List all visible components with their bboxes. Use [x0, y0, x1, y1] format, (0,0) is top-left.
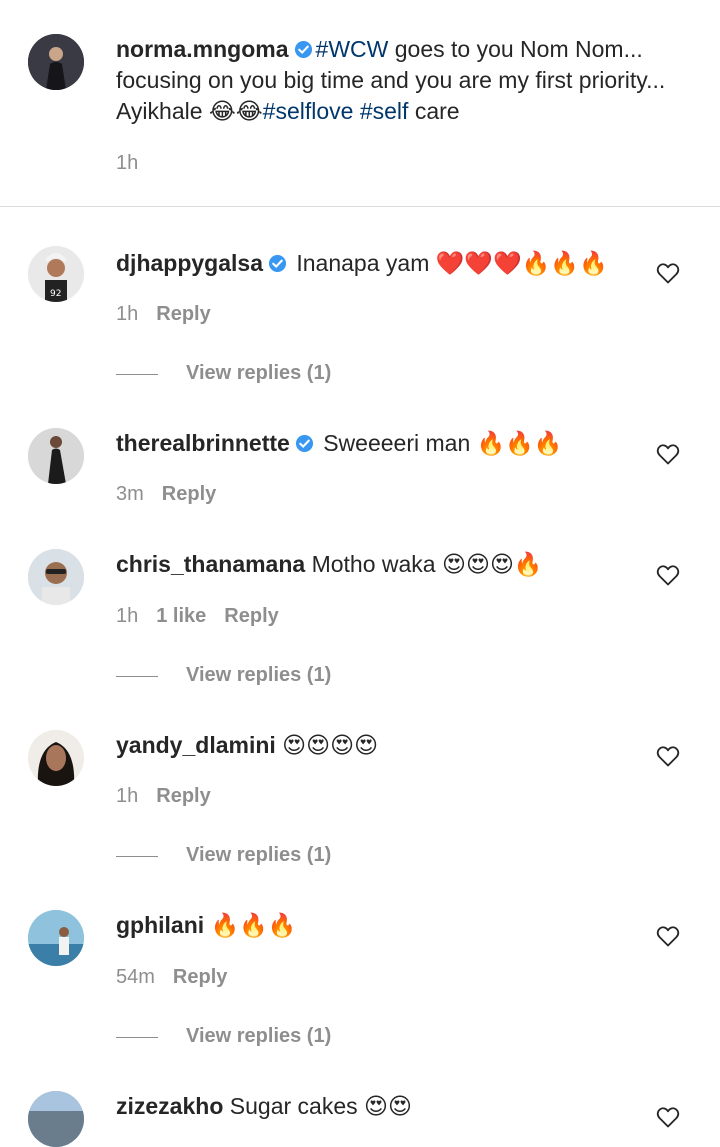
view-replies-label: View replies (1) [186, 1025, 332, 1047]
comment-text: therealbrinnette Sweeeeri man 🔥🔥🔥 [116, 428, 620, 460]
comment-text: djhappygalsa Inanapa yam ❤️❤️❤️🔥🔥🔥 [116, 248, 620, 280]
heart-icon[interactable] [656, 564, 680, 586]
comment-text: chris_thanamana Motho waka 😍😍😍🔥 [116, 549, 620, 581]
avatar-therealbrinnette[interactable] [28, 428, 84, 484]
replies-line [116, 676, 158, 677]
heart-icon[interactable] [656, 925, 680, 947]
comment-username[interactable]: djhappygalsa [116, 250, 263, 276]
heart-icon[interactable] [656, 745, 680, 767]
caption-meta: 1h [116, 152, 156, 175]
comment-text: yandy_dlamini 😍😍😍😍 [116, 730, 620, 762]
hashtag-wcw[interactable]: #WCW [316, 36, 389, 62]
comment-meta: 1h Reply [116, 303, 229, 326]
comment-body: Motho waka [305, 551, 442, 577]
comment-meta: 3m Reply [116, 483, 234, 506]
avatar-norma-mngoma[interactable] [28, 34, 84, 90]
comment-time: 1h [116, 785, 139, 807]
heart-icon[interactable] [656, 1106, 680, 1128]
comment-username[interactable]: chris_thanamana [116, 551, 305, 577]
caption-username[interactable]: norma.mngoma [116, 36, 289, 62]
comment-emoji: 🔥🔥🔥 [476, 431, 563, 457]
comment-body: Sugar cakes [223, 1093, 365, 1119]
reply-button[interactable]: Reply [156, 785, 210, 807]
verified-badge-icon [294, 40, 313, 59]
comment-username[interactable]: zizezakho [116, 1093, 223, 1119]
comment-time: 3m [116, 483, 144, 505]
caption-emoji: 😂😂 [208, 99, 263, 125]
reply-button[interactable]: Reply [156, 303, 210, 325]
view-replies-label: View replies (1) [186, 844, 332, 866]
verified-badge-icon [295, 434, 314, 453]
hashtag-self[interactable]: #self [360, 98, 409, 124]
avatar-zizezakho[interactable] [28, 1091, 84, 1147]
avatar-gphilani[interactable] [28, 910, 84, 966]
avatar-djhappygalsa[interactable]: 92 [28, 246, 84, 302]
comment-username[interactable]: therealbrinnette [116, 430, 290, 456]
reply-button[interactable]: Reply [162, 483, 216, 505]
like-count[interactable]: 1 like [156, 605, 206, 627]
replies-line [116, 1037, 158, 1038]
hashtag-selflove[interactable]: #selflove [263, 98, 354, 124]
comment-time: 54m [116, 966, 155, 988]
replies-line [116, 856, 158, 857]
caption-time: 1h [116, 152, 139, 174]
heart-icon[interactable] [656, 443, 680, 465]
comment-text: zizezakho Sugar cakes 😍😍 [116, 1091, 620, 1123]
comment-emoji: 😍😍😍😍 [282, 733, 379, 759]
avatar-yandy-dlamini[interactable] [28, 730, 84, 786]
comment-meta: 54m Reply [116, 966, 245, 989]
svg-text:92: 92 [50, 289, 61, 299]
comment-meta: 1h 1 like Reply [116, 605, 297, 628]
comment-emoji: 😍😍😍🔥 [442, 552, 543, 578]
caption-divider [0, 206, 720, 207]
view-replies-label: View replies (1) [186, 664, 332, 686]
caption-text: norma.mngoma #WCW goes to you Nom Nom... … [116, 34, 680, 128]
post-caption: norma.mngoma #WCW goes to you Nom Nom... … [0, 0, 720, 206]
comment-username[interactable]: gphilani [116, 912, 204, 938]
comment-time: 1h [116, 303, 139, 325]
comment-emoji: 😍😍 [364, 1094, 412, 1120]
comment-meta: 1h Reply [116, 785, 229, 808]
comment-text: gphilani 🔥🔥🔥 [116, 910, 620, 942]
comment-body: Sweeeeri man [316, 430, 477, 456]
view-replies-label: View replies (1) [186, 362, 332, 384]
replies-line [116, 374, 158, 375]
comment-emoji: 🔥🔥🔥 [210, 913, 297, 939]
avatar-chris-thanamana[interactable] [28, 549, 84, 605]
comment-username[interactable]: yandy_dlamini [116, 732, 276, 758]
comment-time: 1h [116, 605, 139, 627]
reply-button[interactable]: Reply [173, 966, 227, 988]
comment-emoji: ❤️❤️❤️🔥🔥🔥 [435, 251, 608, 277]
caption-body-end: care [408, 98, 460, 124]
heart-icon[interactable] [656, 262, 680, 284]
comment-body: Inanapa yam [289, 250, 436, 276]
verified-badge-icon [268, 254, 287, 273]
reply-button[interactable]: Reply [224, 605, 278, 627]
